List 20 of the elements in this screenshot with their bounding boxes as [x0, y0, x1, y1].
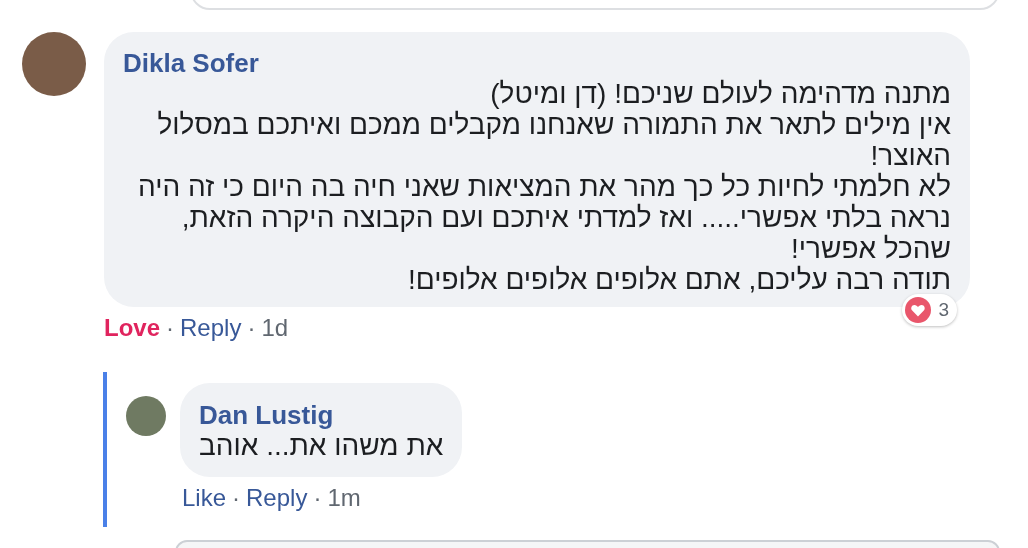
comment-text: מתנה מדהימה לעולם שניכם! (דן ומיטל) [489, 78, 951, 109]
timestamp: 1m [327, 484, 361, 512]
reaction-link[interactable]: Love [104, 314, 160, 342]
comment-text: את משהו את... אוהב [199, 430, 444, 461]
author-name[interactable]: Dan Lustig [199, 400, 334, 430]
separator-dot: · [247, 314, 256, 342]
author-name[interactable]: Dikla Sofer [123, 48, 259, 78]
comment-text: אין מילים לתאר את התמורה שאנחנו מקבלים ממכם ואיתכם במסלול האוצר! [156, 109, 951, 171]
separator-dot: · [166, 314, 174, 342]
separator-dot: · [313, 484, 322, 512]
comment-text: לא חלמתי לחיות כל כך מהר את המציאות שאני חיה בה היום כי זה היה נראה בלתי אפשרי..... ואז למדתי איתכם ועם הקבוצה היקרה הזאת, שהכל אפשרי! [137, 171, 951, 264]
reply-link[interactable]: Reply [180, 314, 242, 342]
avatar[interactable] [126, 396, 166, 436]
comment-text: תודה רבה עליכם, אתם אלופים אלופים אלופים! [406, 264, 951, 295]
reaction-count: 3 [938, 299, 949, 321]
reaction-badge[interactable]: 3 [902, 294, 957, 326]
reaction-link[interactable]: Like [182, 484, 227, 512]
separator-dot: · [232, 484, 241, 512]
timestamp: 1d [261, 314, 289, 342]
reply-link[interactable]: Reply [246, 484, 308, 512]
